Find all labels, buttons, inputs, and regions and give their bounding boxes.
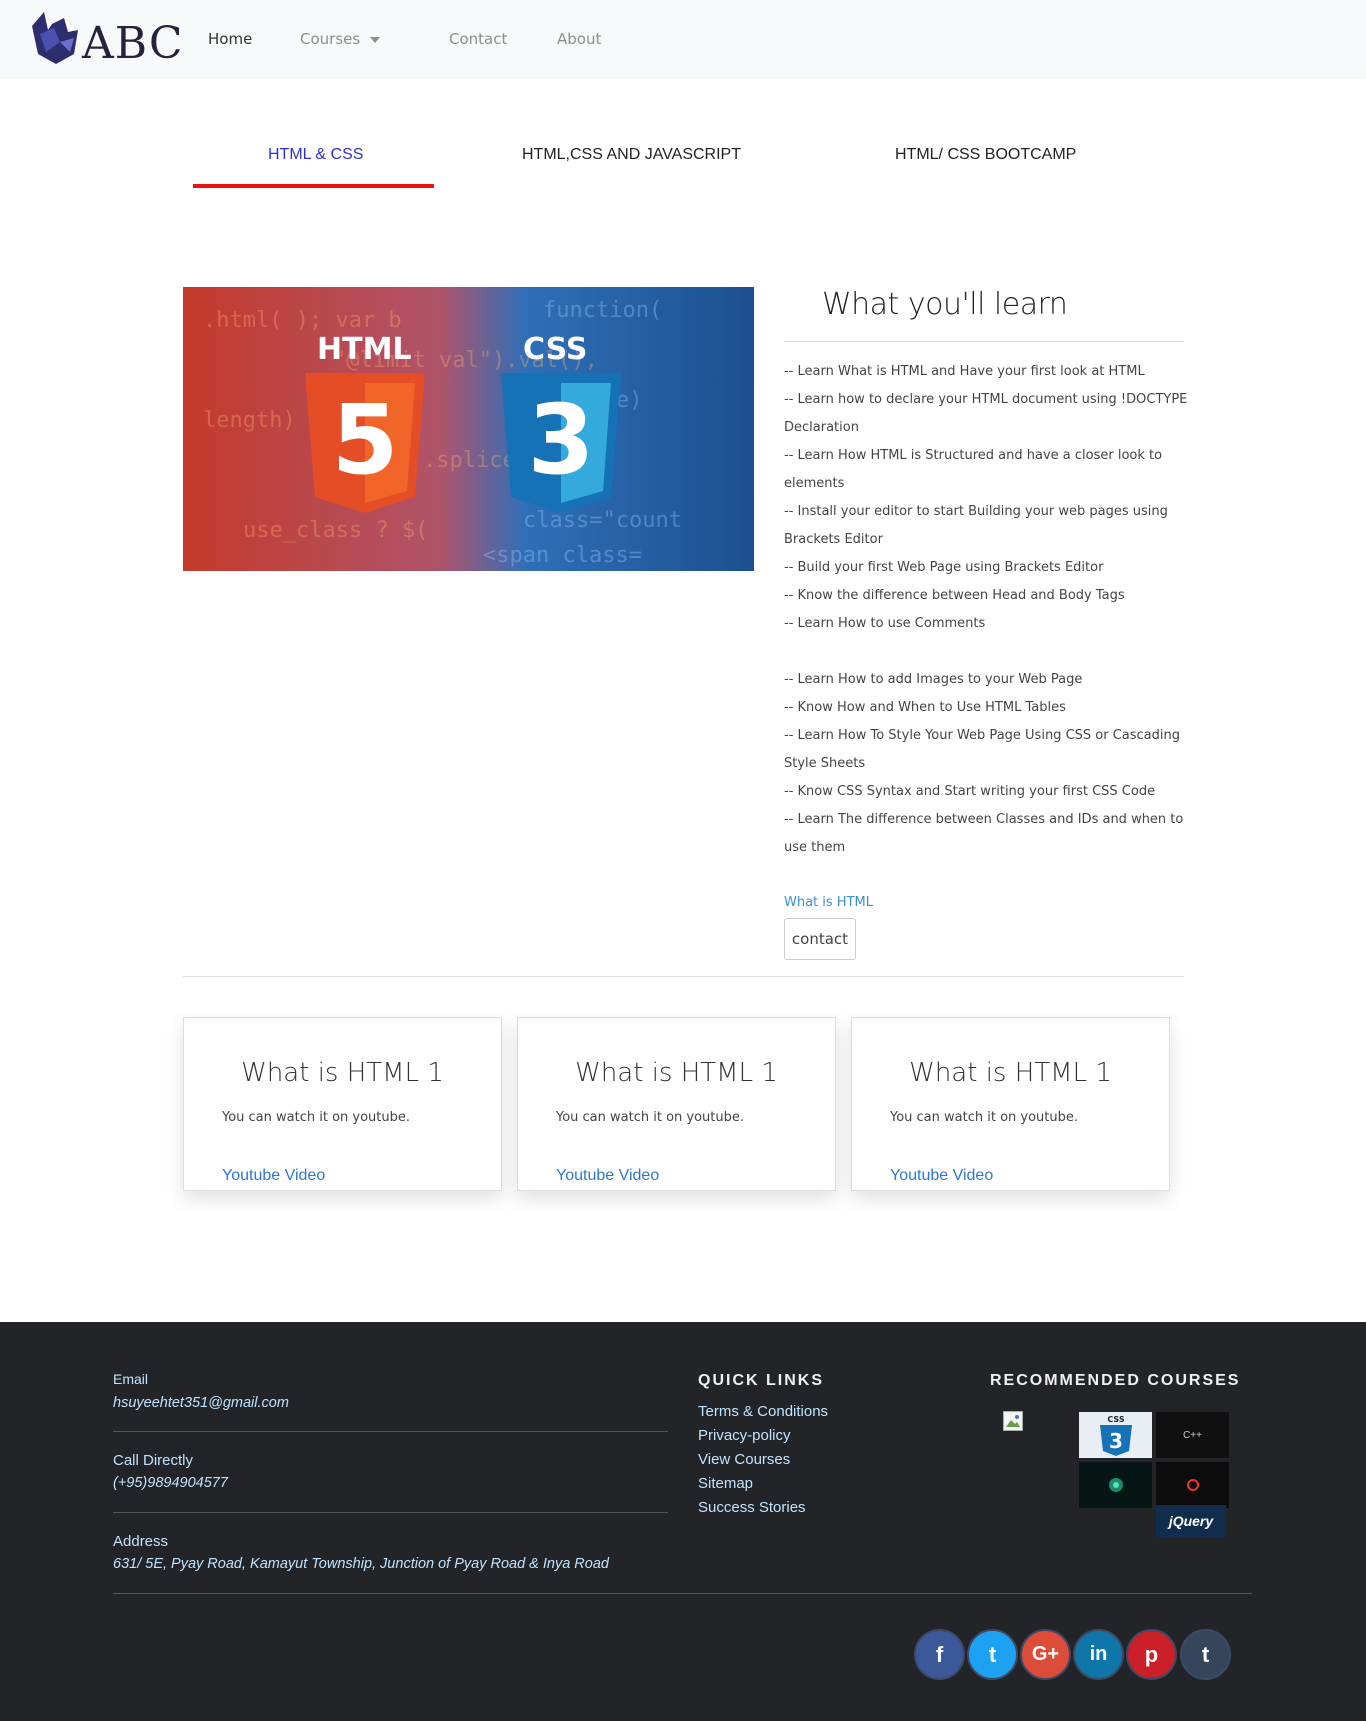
address-value: 631/ 5E, Pyay Road, Kamayut Township, Ju… — [113, 1556, 609, 1572]
nav-courses-label: Courses — [300, 30, 361, 48]
learn-item: -- Know CSS Syntax and Start writing you… — [784, 784, 1156, 799]
call-label: Call Directly — [113, 1452, 194, 1469]
tab-html-css[interactable]: HTML & CSS — [268, 146, 363, 164]
css3-icon: CSS 3 — [1099, 1415, 1132, 1456]
quick-link-view-courses[interactable]: View Courses — [698, 1451, 790, 1468]
learn-list: -- Learn What is HTML and Have your firs… — [784, 358, 1194, 862]
learn-spacer — [784, 638, 1194, 666]
quick-link-success-stories[interactable]: Success Stories — [698, 1499, 806, 1516]
footer-divider — [113, 1512, 668, 1513]
brand-logo[interactable]: ABC — [30, 8, 183, 69]
google-plus-icon[interactable]: G+ — [1020, 1629, 1071, 1680]
youtube-video-link[interactable]: Youtube Video — [222, 1167, 325, 1185]
html-css-hero-image: .html( ); var b "@limit val").val(), len… — [183, 287, 754, 571]
learn-item: -- Learn The difference between Classes … — [784, 812, 1184, 855]
contact-button[interactable]: contact — [784, 918, 856, 960]
tumblr-icon[interactable]: t — [1180, 1629, 1231, 1680]
broken-image-icon — [1003, 1411, 1023, 1431]
course-thumb-jquery[interactable]: jQuery — [1156, 1505, 1226, 1537]
caret-down-icon — [369, 36, 380, 43]
svg-text:class="count: class="count — [523, 508, 682, 533]
learn-divider — [784, 341, 1184, 342]
course-thumb-android[interactable] — [1079, 1462, 1152, 1508]
email-label: Email — [113, 1371, 149, 1387]
facebook-icon[interactable]: f — [914, 1629, 965, 1680]
learn-item: -- Learn How To Style Your Web Page Usin… — [784, 728, 1180, 771]
video-card: What is HTML 1 You can watch it on youtu… — [183, 1017, 502, 1191]
card-title: What is HTML 1 — [575, 1058, 778, 1088]
learn-item: -- Know the difference between Head and … — [784, 588, 1125, 603]
learn-title: What you'll learn — [822, 287, 1068, 322]
course-thumb-css3[interactable]: CSS 3 — [1079, 1412, 1152, 1458]
android-icon — [1108, 1478, 1123, 1492]
cpp-icon: C++ — [1183, 1429, 1202, 1441]
nav-home[interactable]: Home — [208, 30, 252, 48]
active-tab-indicator — [193, 184, 434, 188]
svg-text:<span class=: <span class= — [483, 543, 642, 568]
learn-item: -- Know How and When to Use HTML Tables — [784, 700, 1066, 715]
learn-item: -- Learn How to add Images to your Web P… — [784, 672, 1083, 687]
card-text: You can watch it on youtube. — [556, 1110, 745, 1125]
quick-link-privacy[interactable]: Privacy-policy — [698, 1427, 791, 1444]
svg-text:.html( ); var b: .html( ); var b — [203, 308, 402, 333]
hero-css-number: 3 — [528, 384, 595, 496]
learn-item: -- Learn How to use Comments — [784, 616, 986, 631]
svg-text:use_class ? $(: use_class ? $( — [243, 518, 428, 543]
learn-item: -- Learn What is HTML and Have your firs… — [784, 364, 1145, 379]
footer-divider — [113, 1593, 1252, 1594]
thumb-css-text: CSS — [1107, 1415, 1124, 1424]
learn-item: -- Install your editor to start Building… — [784, 504, 1168, 547]
footer-divider — [113, 1431, 668, 1432]
navbar: ABC Home Courses Contact About — [0, 0, 1366, 79]
video-card: What is HTML 1 You can watch it on youtu… — [851, 1017, 1170, 1191]
recommended-courses-heading: RECOMMENDED COURSES — [990, 1372, 1241, 1389]
pinterest-icon[interactable]: p — [1126, 1629, 1177, 1680]
youtube-video-link[interactable]: Youtube Video — [556, 1167, 659, 1185]
red-logo-icon — [1186, 1479, 1199, 1491]
learn-item: -- Learn How HTML is Structured and have… — [784, 448, 1163, 491]
hero-html-number: 5 — [332, 384, 399, 496]
tab-html-css-bootcamp[interactable]: HTML/ CSS BOOTCAMP — [895, 146, 1076, 164]
nav-courses-dropdown[interactable]: Courses — [300, 30, 380, 48]
card-text: You can watch it on youtube. — [890, 1110, 1079, 1125]
card-title: What is HTML 1 — [909, 1058, 1112, 1088]
course-thumb-cpp[interactable]: C++ — [1156, 1412, 1229, 1458]
quick-link-sitemap[interactable]: Sitemap — [698, 1475, 753, 1492]
learn-item: -- Build your first Web Page using Brack… — [784, 560, 1104, 575]
learn-item: -- Learn how to declare your HTML docume… — [784, 392, 1188, 435]
what-is-html-link[interactable]: What is HTML — [784, 895, 873, 910]
tab-html-css-javascript[interactable]: HTML,CSS AND JAVASCRIPT — [522, 146, 741, 164]
youtube-video-link[interactable]: Youtube Video — [890, 1167, 993, 1185]
nav-about[interactable]: About — [557, 30, 601, 48]
logo-text: ABC — [82, 18, 184, 69]
email-value[interactable]: hsuyeehtet351@gmail.com — [113, 1395, 289, 1411]
video-card: What is HTML 1 You can watch it on youtu… — [517, 1017, 836, 1191]
quick-link-terms[interactable]: Terms & Conditions — [698, 1403, 828, 1420]
hero-css-label: CSS — [523, 332, 587, 367]
phone-value[interactable]: (+95)9894904577 — [113, 1475, 228, 1491]
hero-html-label: HTML — [317, 332, 412, 367]
svg-text:function(: function( — [543, 298, 662, 323]
twitter-icon[interactable]: t — [967, 1629, 1018, 1680]
address-label: Address — [113, 1533, 169, 1550]
section-divider — [183, 976, 1184, 977]
course-thumb-red-logo[interactable] — [1156, 1462, 1229, 1508]
linkedin-icon[interactable]: in — [1073, 1629, 1124, 1680]
card-title: What is HTML 1 — [241, 1058, 444, 1088]
card-text: You can watch it on youtube. — [222, 1110, 411, 1125]
nav-contact[interactable]: Contact — [449, 30, 507, 48]
thumb-css-number: 3 — [1109, 1429, 1123, 1453]
quick-links-heading: QUICK LINKS — [698, 1372, 824, 1389]
html5-css3-banner-icon: .html( ); var b "@limit val").val(), len… — [183, 287, 754, 571]
jquery-icon: jQuery — [1168, 1513, 1214, 1529]
